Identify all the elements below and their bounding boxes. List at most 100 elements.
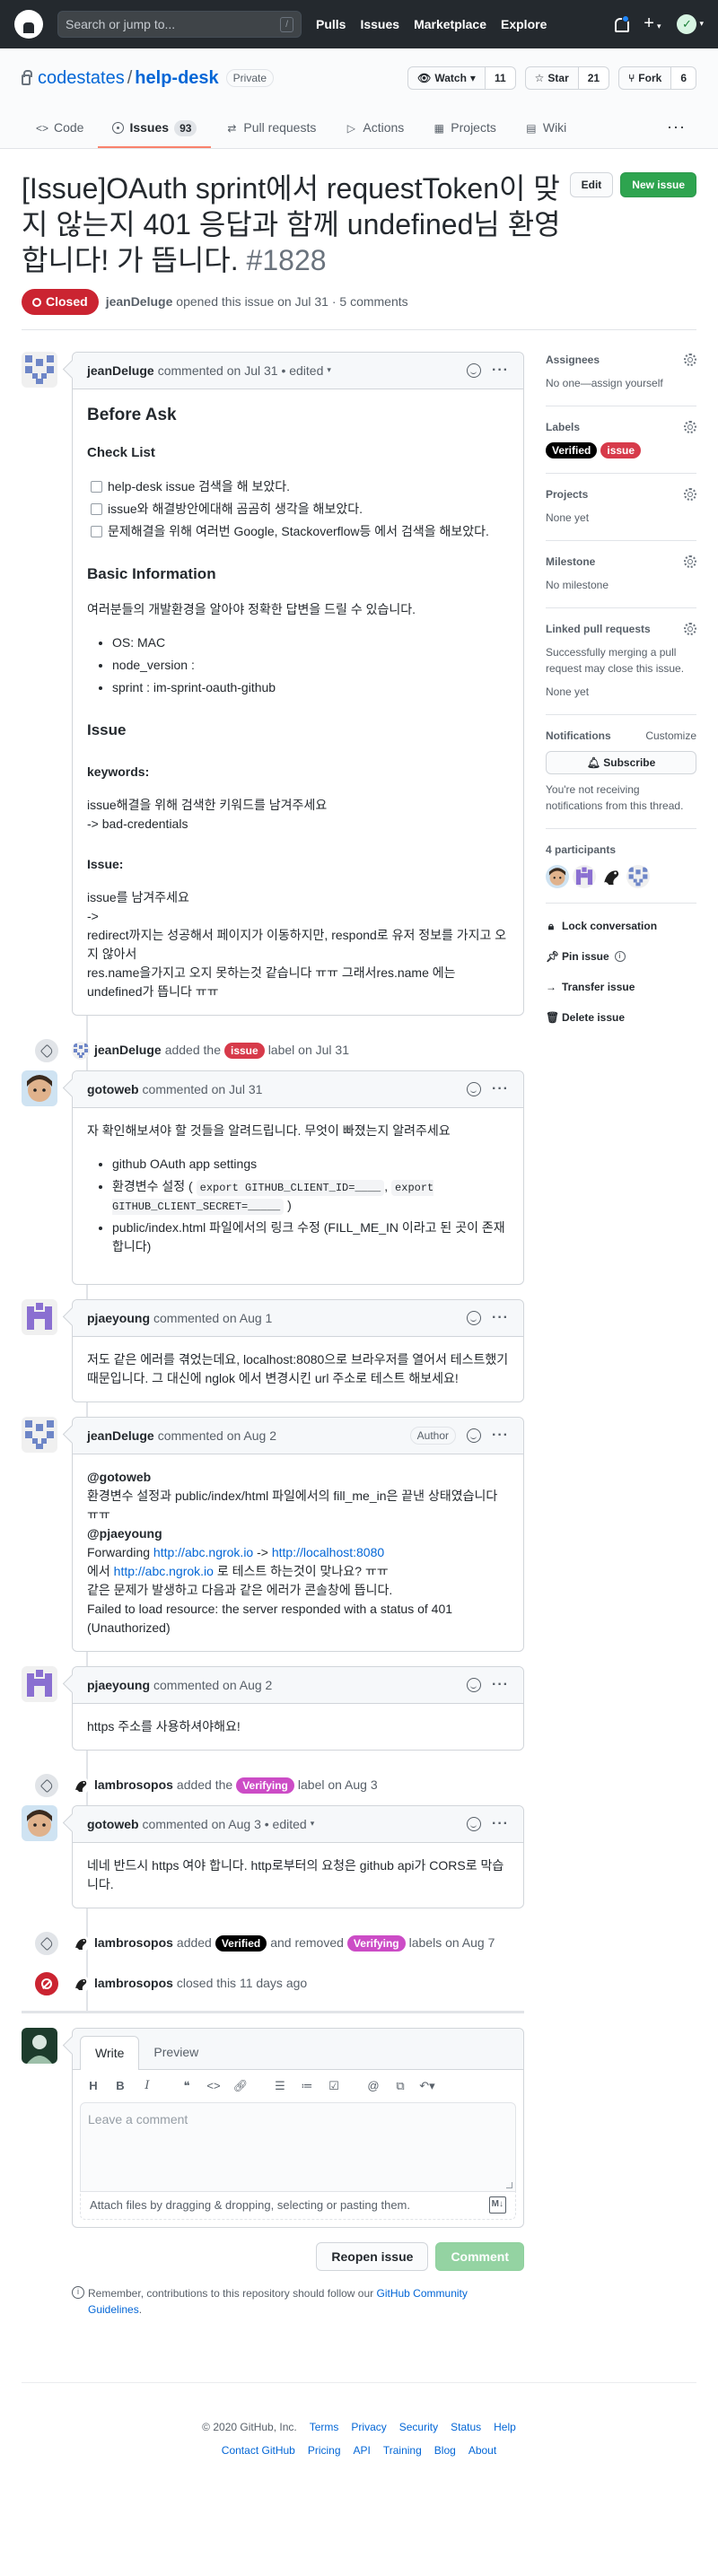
gear-icon[interactable]	[684, 354, 696, 366]
customize-link[interactable]: Customize	[645, 728, 696, 744]
italic-icon[interactable]: I	[134, 2077, 161, 2095]
gear-icon[interactable]	[684, 623, 696, 635]
repo-owner-link[interactable]: codestates	[38, 65, 125, 92]
smiley-icon[interactable]	[467, 363, 482, 378]
tab-actions[interactable]: ▷ Actions	[330, 111, 418, 148]
caret-down-icon[interactable]: ▾	[327, 364, 331, 377]
footer-link-training[interactable]: Training	[383, 2442, 422, 2458]
footer-link-blog[interactable]: Blog	[434, 2442, 456, 2458]
event-actor[interactable]: lambrosopos	[94, 1776, 173, 1794]
assign-yourself-link[interactable]: No one—assign yourself	[546, 375, 696, 391]
gear-icon[interactable]	[684, 555, 696, 568]
avatar[interactable]	[22, 1805, 57, 1841]
label-issue[interactable]: issue	[224, 1042, 265, 1059]
markdown-icon[interactable]: M↓	[488, 2196, 506, 2214]
tab-pull-requests[interactable]: ⇄ Pull requests	[211, 111, 330, 148]
comment-author[interactable]: gotoweb	[87, 1080, 139, 1099]
nav-marketplace[interactable]: Marketplace	[414, 15, 486, 34]
notifications-bell-icon[interactable]	[613, 15, 630, 32]
star-button[interactable]: ☆ Star	[524, 66, 579, 90]
tab-issues[interactable]: Issues 93	[98, 111, 212, 148]
localhost-link[interactable]: http://localhost:8080	[272, 1545, 384, 1559]
kebab-icon[interactable]: ···	[492, 360, 509, 381]
nav-explore[interactable]: Explore	[501, 15, 547, 34]
avatar[interactable]	[600, 865, 623, 888]
avatar[interactable]	[72, 1042, 90, 1060]
footer-link-terms[interactable]: Terms	[310, 2419, 339, 2435]
footer-link-privacy[interactable]: Privacy	[351, 2419, 386, 2435]
ngrok-link[interactable]: http://abc.ngrok.io	[153, 1545, 253, 1559]
ordered-list-icon[interactable]: ≔	[293, 2077, 320, 2095]
fork-count[interactable]: 6	[671, 66, 696, 90]
ngrok-link[interactable]: http://abc.ngrok.io	[114, 1564, 214, 1578]
search-input[interactable]: Search or jump to... /	[57, 11, 302, 38]
comment-author[interactable]: pjaeyoung	[87, 1309, 150, 1328]
footer-link-security[interactable]: Security	[399, 2419, 438, 2435]
cross-reference-icon[interactable]: ⧉	[387, 2077, 414, 2095]
subscribe-button[interactable]: 🔔︎ Subscribe	[546, 751, 696, 774]
comment-textarea[interactable]: Leave a comment	[80, 2101, 516, 2192]
issue-opener[interactable]: jeanDeluge	[106, 293, 173, 311]
user-menu[interactable]: ✓ ▾	[677, 14, 704, 34]
footer-link-api[interactable]: API	[354, 2442, 371, 2458]
comment-author[interactable]: gotoweb	[87, 1815, 139, 1834]
kebab-icon[interactable]: ···	[492, 1813, 509, 1835]
code-icon[interactable]: <>	[200, 2077, 227, 2095]
avatar[interactable]	[22, 1070, 57, 1106]
link-icon[interactable]: 🔗︎	[227, 2077, 254, 2095]
footer-link-contact[interactable]: Contact GitHub	[222, 2442, 295, 2458]
smiley-icon[interactable]	[467, 1311, 482, 1325]
create-new-menu[interactable]: + ▾	[644, 14, 661, 34]
caret-down-icon[interactable]: ▾	[311, 1818, 315, 1830]
label-verified[interactable]: Verified	[215, 1934, 267, 1952]
smiley-icon[interactable]	[467, 1428, 482, 1443]
avatar[interactable]	[72, 1975, 90, 1993]
avatar[interactable]	[546, 865, 569, 888]
user-mention[interactable]: @gotoweb	[87, 1470, 151, 1484]
gear-icon[interactable]	[684, 488, 696, 501]
fork-button[interactable]: ⑂ Fork	[618, 66, 672, 90]
comment-author[interactable]: jeanDeluge	[87, 362, 154, 380]
kebab-icon[interactable]: ···	[492, 1425, 509, 1446]
event-actor[interactable]: jeanDeluge	[94, 1041, 162, 1060]
footer-link-status[interactable]: Status	[451, 2419, 481, 2435]
nav-pulls[interactable]: Pulls	[316, 15, 346, 34]
avatar[interactable]	[72, 1934, 90, 1952]
smiley-icon[interactable]	[467, 1678, 482, 1692]
kebab-icon[interactable]: ···	[492, 1307, 509, 1329]
label-issue[interactable]: issue	[600, 442, 642, 458]
pin-issue-button[interactable]: 📌︎ Pin issue i	[546, 948, 696, 965]
avatar[interactable]	[22, 1666, 57, 1702]
comment-button[interactable]: Comment	[435, 2242, 524, 2271]
kebab-icon[interactable]: ···	[492, 1078, 509, 1100]
more-options-icon[interactable]: ···	[656, 108, 696, 148]
tab-projects[interactable]: ▦ Projects	[418, 111, 511, 148]
event-actor[interactable]: lambrosopos	[94, 1934, 173, 1952]
nav-issues[interactable]: Issues	[360, 15, 399, 34]
quote-icon[interactable]: ❝	[173, 2077, 200, 2095]
heading-icon[interactable]: H	[80, 2077, 107, 2095]
delete-issue-button[interactable]: 🗑︎ Delete issue	[546, 1009, 696, 1026]
tab-preview[interactable]: Preview	[139, 2036, 213, 2069]
new-issue-button[interactable]: New issue	[620, 172, 696, 197]
star-count[interactable]: 21	[578, 66, 610, 90]
tab-wiki[interactable]: ▤ Wiki	[511, 111, 581, 148]
info-icon[interactable]: i	[614, 951, 626, 962]
reply-icon[interactable]: ↶▾	[414, 2077, 441, 2095]
tab-write[interactable]: Write	[80, 2036, 140, 2070]
github-logo-icon[interactable]	[14, 10, 43, 39]
user-mention[interactable]: @pjaeyoung	[87, 1526, 162, 1541]
bold-icon[interactable]: B	[107, 2077, 134, 2095]
label-verified[interactable]: Verified	[546, 442, 598, 458]
avatar[interactable]	[22, 1417, 57, 1453]
edit-title-button[interactable]: Edit	[569, 172, 614, 197]
avatar[interactable]	[573, 865, 596, 888]
avatar[interactable]	[22, 2028, 57, 2064]
tab-code[interactable]: <> Code	[22, 111, 98, 148]
avatar[interactable]	[22, 1299, 57, 1335]
footer-link-about[interactable]: About	[468, 2442, 496, 2458]
smiley-icon[interactable]	[467, 1817, 482, 1831]
avatar[interactable]	[72, 1777, 90, 1794]
mention-icon[interactable]: @	[360, 2077, 387, 2095]
watch-button[interactable]: 👁 Watch ▾	[407, 66, 486, 90]
